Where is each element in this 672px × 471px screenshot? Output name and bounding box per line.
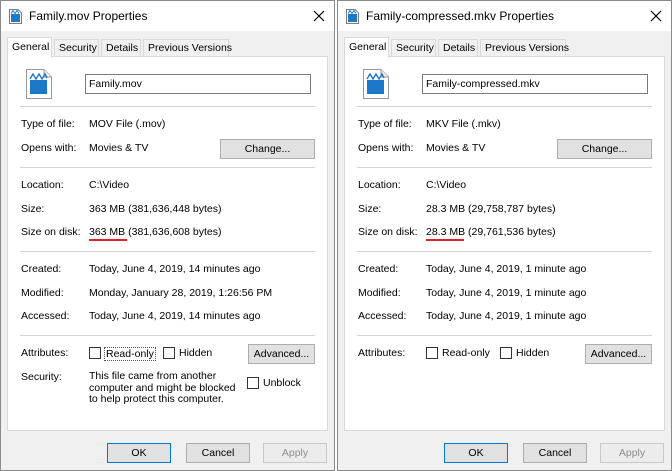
modified-value: Today, June 4, 2019, 1 minute ago [426,287,587,299]
video-file-icon [9,9,22,24]
type-of-file-label: Type of file: [21,118,75,130]
window-title: Family-compressed.mkv Properties [366,9,555,23]
size-on-disk-label: Size on disk: [21,226,81,238]
divider [20,167,315,168]
video-file-icon [346,9,359,24]
location-value: C:\Video [89,179,130,191]
attributes-label: Attributes: [358,347,406,359]
accessed-label: Accessed: [21,310,70,322]
apply-button[interactable]: Apply [263,443,327,463]
location-value: C:\Video [426,179,467,191]
properties-dialog-mkv: Family-compressed.mkv Properties General… [337,0,672,471]
type-of-file-value: MKV File (.mkv) [426,118,501,130]
size-on-disk-label: Size on disk: [358,226,418,238]
divider [357,251,652,252]
title-bar: Family-compressed.mkv Properties [338,1,671,31]
hidden-label[interactable]: Hidden [516,347,549,359]
location-label: Location: [21,179,64,191]
tab-general[interactable]: General [344,37,389,58]
unblock-label[interactable]: Unblock [263,377,301,389]
close-icon [650,10,662,22]
opens-with-label: Opens with: [21,142,77,154]
divider [20,335,315,336]
accessed-value: Today, June 4, 2019, 1 minute ago [426,310,587,322]
cancel-button[interactable]: Cancel [523,443,587,463]
title-bar: Family.mov Properties [1,1,334,31]
opens-with-label: Opens with: [358,142,414,154]
tab-security[interactable]: Security [54,39,99,57]
size-value: 28.3 MB (29,758,787 bytes) [426,203,556,215]
created-label: Created: [21,263,62,275]
tab-previous-versions[interactable]: Previous Versions [143,39,232,57]
video-file-icon [363,69,389,99]
security-label: Security: [21,371,62,383]
size-on-disk-value: 28.3 MB (29,761,536 bytes) [426,226,556,238]
ok-button[interactable]: OK [107,443,171,463]
general-panel: Type of file: MKV File (.mkv) Opens with… [344,56,665,431]
close-button[interactable] [641,1,671,31]
attributes-label: Attributes: [21,347,69,359]
divider [20,251,315,252]
tab-general[interactable]: General [7,37,52,58]
tab-previous-versions[interactable]: Previous Versions [480,39,569,57]
hidden-label[interactable]: Hidden [179,347,212,359]
tab-details[interactable]: Details [101,39,141,57]
properties-dialog-mov: Family.mov Properties General Security D… [0,0,335,471]
general-panel: Type of file: MOV File (.mov) Opens with… [7,56,328,431]
divider [357,106,652,107]
opens-with-value: Movies & TV [426,142,486,154]
created-value: Today, June 4, 2019, 1 minute ago [426,263,587,275]
divider [357,335,652,336]
size-on-disk-value: 363 MB (381,636,608 bytes) [89,226,222,238]
read-only-label[interactable]: Read-only [442,347,490,359]
size-on-disk-highlight [426,239,464,241]
type-of-file-value: MOV File (.mov) [89,118,166,130]
window-title: Family.mov Properties [29,9,148,23]
read-only-checkbox[interactable] [426,347,438,359]
hidden-checkbox[interactable] [163,347,175,359]
opens-with-value: Movies & TV [89,142,149,154]
change-button[interactable]: Change... [557,139,652,159]
size-value: 363 MB (381,636,448 bytes) [89,203,222,215]
tab-security[interactable]: Security [391,39,436,57]
divider [20,106,315,107]
video-file-icon [26,69,52,99]
modified-value: Monday, January 28, 2019, 1:26:56 PM [89,287,273,299]
size-on-disk-highlight [89,239,127,241]
advanced-button[interactable]: Advanced... [585,344,652,364]
file-name-input[interactable] [422,74,648,94]
security-message: This file came from another computer and… [89,370,236,405]
accessed-label: Accessed: [358,310,407,322]
change-button[interactable]: Change... [220,139,315,159]
close-icon [313,10,325,22]
apply-button[interactable]: Apply [600,443,664,463]
hidden-checkbox[interactable] [500,347,512,359]
size-label: Size: [21,203,45,215]
modified-label: Modified: [358,287,401,299]
close-button[interactable] [304,1,334,31]
type-of-file-label: Type of file: [358,118,412,130]
created-value: Today, June 4, 2019, 14 minutes ago [89,263,261,275]
ok-button[interactable]: OK [444,443,508,463]
unblock-checkbox[interactable] [247,377,259,389]
file-name-input[interactable] [85,74,311,94]
accessed-value: Today, June 4, 2019, 14 minutes ago [89,310,261,322]
location-label: Location: [358,179,401,191]
divider [357,167,652,168]
tab-details[interactable]: Details [438,39,478,57]
cancel-button[interactable]: Cancel [186,443,250,463]
read-only-label[interactable]: Read-only [104,347,156,361]
advanced-button[interactable]: Advanced... [248,344,315,364]
read-only-checkbox[interactable] [89,347,101,359]
created-label: Created: [358,263,399,275]
size-label: Size: [358,203,382,215]
modified-label: Modified: [21,287,64,299]
